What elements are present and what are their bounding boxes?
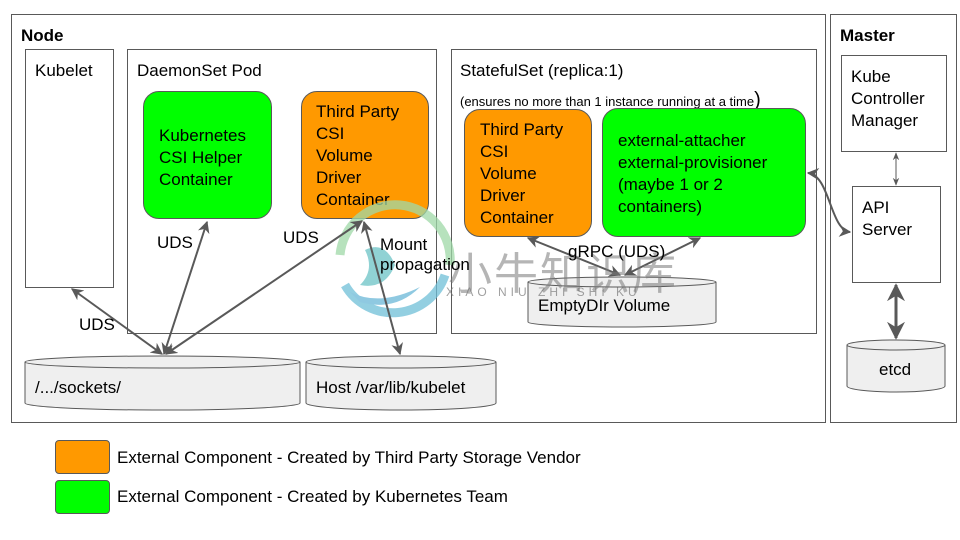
etcd-label: etcd <box>879 360 912 379</box>
statefulset-subtitle-text: (ensures no more than 1 instance running… <box>460 94 755 109</box>
daemonset-driver-container: Third Party CSI Volume Driver Container <box>301 91 429 219</box>
legend-swatch-vendor <box>55 440 110 474</box>
external-sidecars-container: external-attacher external-provisioner (… <box>602 108 806 237</box>
label-mount-propagation: Mount propagation <box>380 235 470 274</box>
statefulset-driver-container: Third Party CSI Volume Driver Container <box>464 109 592 237</box>
kubelet-label: Kubelet <box>35 61 93 80</box>
controller-manager-label: Kube Controller Manager <box>851 67 925 130</box>
legend-label-kubernetes: External Component - Created by Kubernet… <box>117 487 508 506</box>
external-sidecars-label: external-attacher external-provisioner (… <box>618 131 768 216</box>
daemonset-pod-title: DaemonSet Pod <box>137 61 262 80</box>
label-uds-driver: UDS <box>283 228 319 247</box>
sockets-label: /.../sockets/ <box>35 378 121 397</box>
daemonset-driver-label: Third Party CSI Volume Driver Container <box>316 102 400 209</box>
csi-helper-label: Kubernetes CSI Helper Container <box>159 126 246 189</box>
label-grpc: gRPC (UDS) <box>568 242 666 261</box>
statefulset-title: StatefulSet (replica:1) <box>460 61 624 80</box>
host-kubelet-label: Host /var/lib/kubelet <box>316 378 466 397</box>
statefulset-driver-label: Third Party CSI Volume Driver Container <box>480 120 564 227</box>
master-title: Master <box>840 26 895 45</box>
emptydir-label: EmptyDIr Volume <box>538 296 671 315</box>
node-title: Node <box>21 26 64 45</box>
kubelet-box <box>25 49 114 288</box>
label-uds-helper: UDS <box>157 233 193 252</box>
legend-swatch-kubernetes <box>55 480 110 514</box>
csi-helper-container: Kubernetes CSI Helper Container <box>143 91 272 219</box>
api-server-label: API Server <box>862 198 913 239</box>
label-uds-kubelet: UDS <box>79 315 115 334</box>
legend-label-vendor: External Component - Created by Third Pa… <box>117 448 581 467</box>
